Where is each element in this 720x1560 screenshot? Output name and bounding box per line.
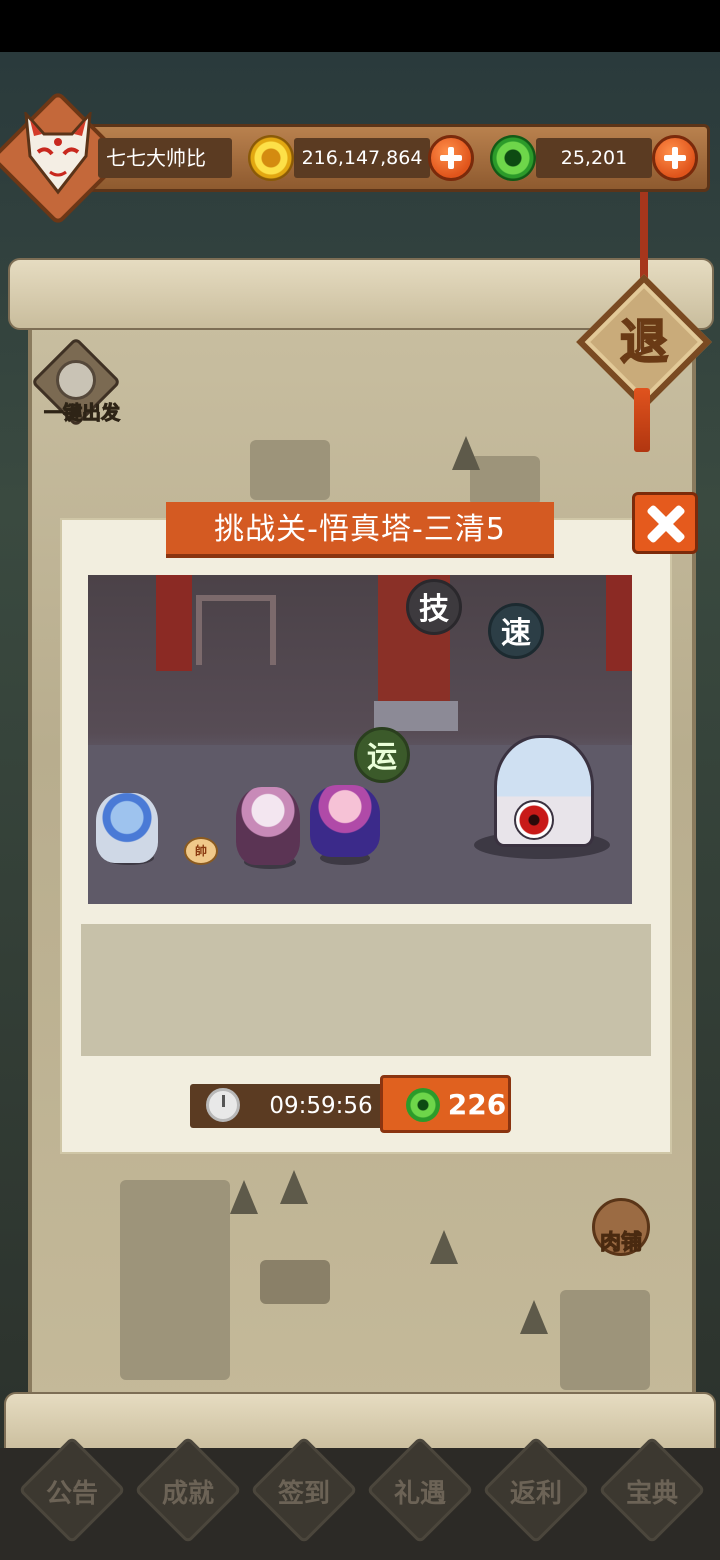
pet-companion: 帥 [184, 837, 218, 865]
map-tree [230, 1180, 258, 1214]
menu-rebate[interactable]: 返利 [486, 1460, 586, 1528]
menu-guide[interactable]: 宝典 [602, 1460, 702, 1528]
status-bar [0, 0, 720, 52]
exit-label[interactable]: 退 [596, 306, 692, 378]
hero-character [310, 785, 380, 857]
luck-badge: 运 [354, 727, 410, 783]
map-rock [470, 456, 540, 506]
gold-amount: 216,147,864 [294, 138, 430, 178]
dialog-title: 挑战关-悟真塔-三清5 [166, 502, 554, 558]
close-button[interactable] [632, 492, 698, 554]
map-tree [520, 1300, 548, 1334]
challenge-cost[interactable]: 226 [444, 1079, 510, 1131]
menu-gifts[interactable]: 礼遇 [370, 1460, 470, 1528]
skill-badge: 技 [406, 579, 462, 635]
map-tree [452, 436, 480, 470]
menu-achievements[interactable]: 成就 [138, 1460, 238, 1528]
hero-character [236, 787, 300, 865]
exit-tassel [634, 388, 650, 452]
ruined-window [196, 595, 276, 665]
butcher-shop-label[interactable]: 肉铺 [590, 1226, 652, 1256]
banner-decoration [606, 575, 632, 671]
compass-icon [56, 360, 96, 400]
jade-amount: 25,201 [536, 138, 652, 178]
quick-start-label[interactable]: 一键出发 [30, 398, 134, 425]
gold-coin-icon [248, 135, 294, 181]
battle-preview: 帥 技 速 运 [88, 575, 632, 904]
menu-checkin[interactable]: 签到 [254, 1460, 354, 1528]
fox-mask-avatar-icon[interactable] [20, 112, 96, 196]
map-rock [250, 440, 330, 500]
add-gold-button[interactable] [428, 135, 474, 181]
player-name: 七七大帅比 [98, 138, 232, 178]
map-house [260, 1260, 330, 1304]
map-cliff [560, 1290, 650, 1390]
monster-eye [514, 800, 554, 840]
map-tree [280, 1170, 308, 1204]
map-cliff [120, 1180, 230, 1380]
banner-decoration [156, 575, 192, 671]
pet-label: 帥 [194, 844, 207, 858]
menu-notice[interactable]: 公告 [22, 1460, 122, 1528]
speed-badge: 速 [488, 603, 544, 659]
map-tree [430, 1230, 458, 1264]
countdown-timer: 09:59:56 [269, 1093, 373, 1119]
description-box [81, 924, 651, 1056]
jade-coin-icon [406, 1088, 440, 1122]
jade-coin-icon [490, 135, 536, 181]
hero-character [96, 793, 158, 863]
stopwatch-icon [206, 1088, 240, 1122]
add-jade-button[interactable] [652, 135, 698, 181]
